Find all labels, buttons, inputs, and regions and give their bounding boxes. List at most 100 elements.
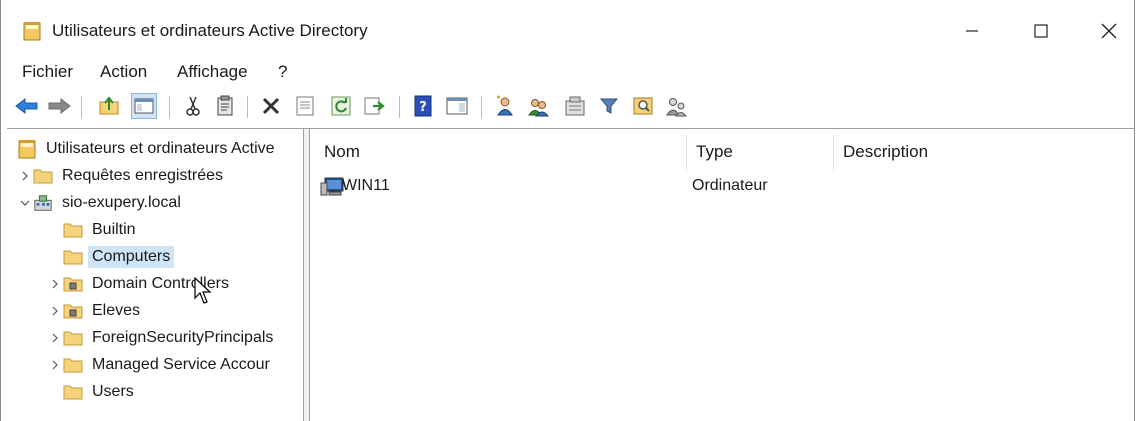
menu-fichier[interactable]: Fichier: [22, 62, 73, 82]
help-button[interactable]: ?: [411, 94, 435, 118]
title-bar[interactable]: Utilisateurs et ordinateurs Active Direc…: [1, 0, 1134, 60]
folder-icon: [63, 329, 83, 347]
content-area: Utilisateurs et ordinateurs Active Requêt…: [7, 128, 1134, 421]
export-list-icon: [364, 97, 385, 115]
active-directory-app-icon: [23, 22, 41, 41]
computer-name: WIN11: [342, 177, 390, 194]
find-button[interactable]: [631, 94, 655, 118]
forward-button[interactable]: [47, 94, 71, 118]
folder-icon: [63, 221, 83, 239]
folder-icon: [63, 383, 83, 401]
chevron-down-icon[interactable]: [17, 195, 33, 211]
refresh-icon: [331, 96, 351, 116]
export-list-button[interactable]: [363, 94, 387, 118]
window-title: Utilisateurs et ordinateurs Active Direc…: [52, 21, 368, 40]
tree-root-node[interactable]: Utilisateurs et ordinateurs Active: [17, 136, 275, 161]
action-pane-icon: [446, 97, 468, 115]
filter-icon: [599, 98, 619, 114]
tree-item-foreignsecurityprincipals[interactable]: ForeignSecurityPrincipals: [47, 325, 273, 350]
filter-button[interactable]: [597, 94, 621, 118]
menu-help[interactable]: ?: [278, 62, 287, 82]
cut-button[interactable]: [181, 94, 205, 118]
maximize-icon: [1034, 24, 1048, 38]
new-ou-icon: [565, 96, 585, 116]
folder-icon: [33, 167, 53, 185]
new-user-button[interactable]: [493, 94, 517, 118]
chevron-right-icon[interactable]: [17, 168, 33, 184]
action-pane-button[interactable]: [445, 94, 469, 118]
tree-root-label: Utilisateurs et ordinateurs Active: [46, 139, 275, 157]
results-list[interactable]: Nom Type Description WIN11 Ordinateur: [310, 129, 1134, 421]
paste-button[interactable]: [213, 94, 237, 118]
show-hide-console-tree-button[interactable]: [131, 93, 157, 119]
delegate-icon: [666, 98, 687, 117]
tree-item-label: Users: [92, 382, 134, 400]
tree-item-requ-tes-enregistr-es[interactable]: Requêtes enregistrées: [17, 163, 223, 188]
menu-affichage[interactable]: Affichage: [177, 62, 248, 82]
toolbar-separator: [481, 96, 482, 118]
refresh-button[interactable]: [329, 94, 353, 118]
close-button[interactable]: [1086, 14, 1132, 48]
tree-item-builtin[interactable]: Builtin: [47, 217, 136, 242]
tree-item-label: Builtin: [92, 220, 136, 238]
column-divider[interactable]: [833, 135, 834, 171]
new-user-icon: [497, 95, 513, 116]
computer-type: Ordinateur: [692, 177, 768, 194]
minimize-button[interactable]: [949, 14, 995, 48]
toolbar: ?: [1, 86, 1134, 126]
find-icon: [633, 97, 653, 115]
up-one-level-button[interactable]: [97, 94, 121, 118]
tree-item-label: Computers: [88, 245, 175, 268]
tree-item-label: Requêtes enregistrées: [62, 166, 223, 184]
svg-text:?: ?: [419, 100, 427, 115]
console-tree[interactable]: Utilisateurs et ordinateurs Active Requêt…: [7, 129, 304, 421]
tree-item-eleves[interactable]: Eleves: [47, 298, 140, 323]
menu-bar: Fichier Action Affichage ?: [1, 58, 1134, 86]
delete-button[interactable]: [259, 94, 283, 118]
back-button[interactable]: [15, 94, 39, 118]
menu-action[interactable]: Action: [100, 62, 147, 82]
chevron-right-icon[interactable]: [47, 276, 63, 292]
properties-icon: [296, 96, 314, 116]
chevron-right-icon[interactable]: [47, 330, 63, 346]
back-arrow-icon: [15, 97, 38, 115]
new-group-button[interactable]: [527, 94, 551, 118]
properties-button[interactable]: [293, 94, 317, 118]
chevron-right-icon[interactable]: [47, 303, 63, 319]
tree-item-computers[interactable]: Computers: [47, 244, 175, 269]
delete-icon: [262, 97, 280, 115]
tree-item-label: ForeignSecurityPrincipals: [92, 328, 274, 346]
new-ou-button[interactable]: [563, 94, 587, 118]
tree-item-managed-service-accour[interactable]: Managed Service Accour: [47, 352, 270, 377]
toolbar-separator: [81, 96, 82, 118]
column-divider[interactable]: [686, 135, 687, 171]
tree-item-label: Managed Service Accour: [92, 355, 270, 373]
app-window: Utilisateurs et ordinateurs Active Direc…: [0, 0, 1135, 421]
active-directory-icon: [17, 139, 37, 158]
up-folder-icon: [99, 96, 119, 115]
cut-icon: [186, 96, 200, 116]
toolbar-separator: [247, 96, 248, 118]
mouse-cursor-icon: [194, 277, 212, 304]
tree-item-sio-exupery-local[interactable]: sio-exupery.local: [17, 190, 181, 215]
chevron-right-icon[interactable]: [47, 357, 63, 373]
close-icon: [1101, 23, 1117, 39]
delegate-control-button[interactable]: [665, 94, 689, 118]
tree-item-users[interactable]: Users: [47, 379, 134, 404]
paste-icon: [217, 95, 233, 116]
maximize-button[interactable]: [1018, 14, 1064, 48]
tree-item-label: Eleves: [92, 301, 141, 319]
column-header-type[interactable]: Type: [688, 138, 834, 166]
folder-icon: [63, 356, 83, 374]
column-header-nom[interactable]: Nom: [316, 138, 688, 166]
list-item[interactable]: WIN11 Ordinateur: [320, 173, 1020, 199]
forward-arrow-icon: [48, 97, 71, 115]
column-header-description[interactable]: Description: [835, 138, 1135, 166]
minimize-icon: [966, 30, 978, 32]
toolbar-separator: [399, 96, 400, 118]
help-icon: ?: [414, 95, 432, 117]
toolbar-separator: [169, 96, 170, 118]
domain-icon: [33, 194, 53, 212]
